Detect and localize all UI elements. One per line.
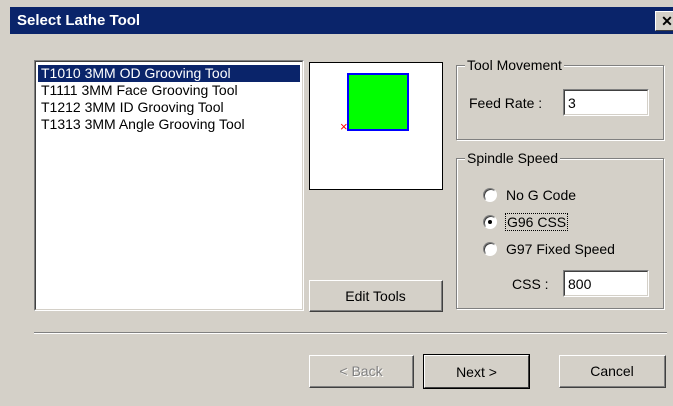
feed-rate-input[interactable] bbox=[565, 91, 647, 114]
feed-rate-label: Feed Rate : bbox=[469, 95, 543, 111]
spindle-speed-title: Spindle Speed bbox=[465, 150, 561, 166]
css-label: CSS : bbox=[512, 276, 549, 292]
separator bbox=[34, 332, 667, 334]
css-input[interactable] bbox=[565, 272, 647, 295]
edit-tools-label: Edit Tools bbox=[345, 287, 406, 304]
back-label: < Back bbox=[339, 363, 383, 379]
tool-movement-group: Tool Movement Feed Rate : bbox=[456, 57, 664, 140]
tool-list-item[interactable]: T1010 3MM OD Grooving Tool bbox=[38, 65, 300, 82]
cancel-label: Cancel bbox=[590, 363, 634, 379]
tool-movement-title: Tool Movement bbox=[465, 57, 564, 73]
next-label: Next > bbox=[456, 363, 497, 380]
close-icon[interactable]: ✕ bbox=[655, 11, 673, 31]
spindle-speed-group: Spindle Speed No G Code G96 CSS G97 Fixe… bbox=[456, 150, 664, 309]
radio-label: G96 CSS bbox=[504, 213, 569, 231]
radio-g96-css[interactable]: G96 CSS bbox=[483, 212, 569, 232]
next-button[interactable]: Next > bbox=[423, 354, 530, 389]
tool-list-item[interactable]: T1313 3MM Angle Grooving Tool bbox=[38, 116, 300, 133]
edit-tools-button[interactable]: Edit Tools bbox=[309, 280, 443, 312]
radio-no-g-code[interactable]: No G Code bbox=[483, 185, 576, 205]
back-button[interactable]: < Back bbox=[309, 355, 414, 388]
radio-label: G97 Fixed Speed bbox=[506, 241, 615, 257]
tool-list-item[interactable]: T1212 3MM ID Grooving Tool bbox=[38, 99, 300, 116]
tool-preview: × bbox=[309, 62, 443, 190]
radio-label: No G Code bbox=[506, 187, 577, 203]
radio-button-checked-icon[interactable] bbox=[483, 215, 497, 229]
select-lathe-tool-dialog: Select Lathe Tool ✕ T1010 3MM OD Groovin… bbox=[0, 0, 673, 406]
radio-button-icon[interactable] bbox=[483, 188, 497, 202]
cancel-button[interactable]: Cancel bbox=[559, 355, 666, 388]
tool-list-item[interactable]: T1111 3MM Face Grooving Tool bbox=[38, 82, 300, 99]
tool-origin-marker: × bbox=[340, 119, 348, 134]
radio-g97-fixed-speed[interactable]: G97 Fixed Speed bbox=[483, 239, 615, 259]
tool-listbox[interactable]: T1010 3MM OD Grooving Tool T1111 3MM Fac… bbox=[34, 60, 304, 311]
tool-shape bbox=[347, 73, 409, 131]
css-field[interactable] bbox=[563, 270, 649, 297]
title-bar: Select Lathe Tool ✕ bbox=[10, 7, 673, 34]
feed-rate-field[interactable] bbox=[563, 89, 649, 116]
radio-button-icon[interactable] bbox=[483, 242, 497, 256]
dialog-title: Select Lathe Tool bbox=[17, 12, 141, 29]
